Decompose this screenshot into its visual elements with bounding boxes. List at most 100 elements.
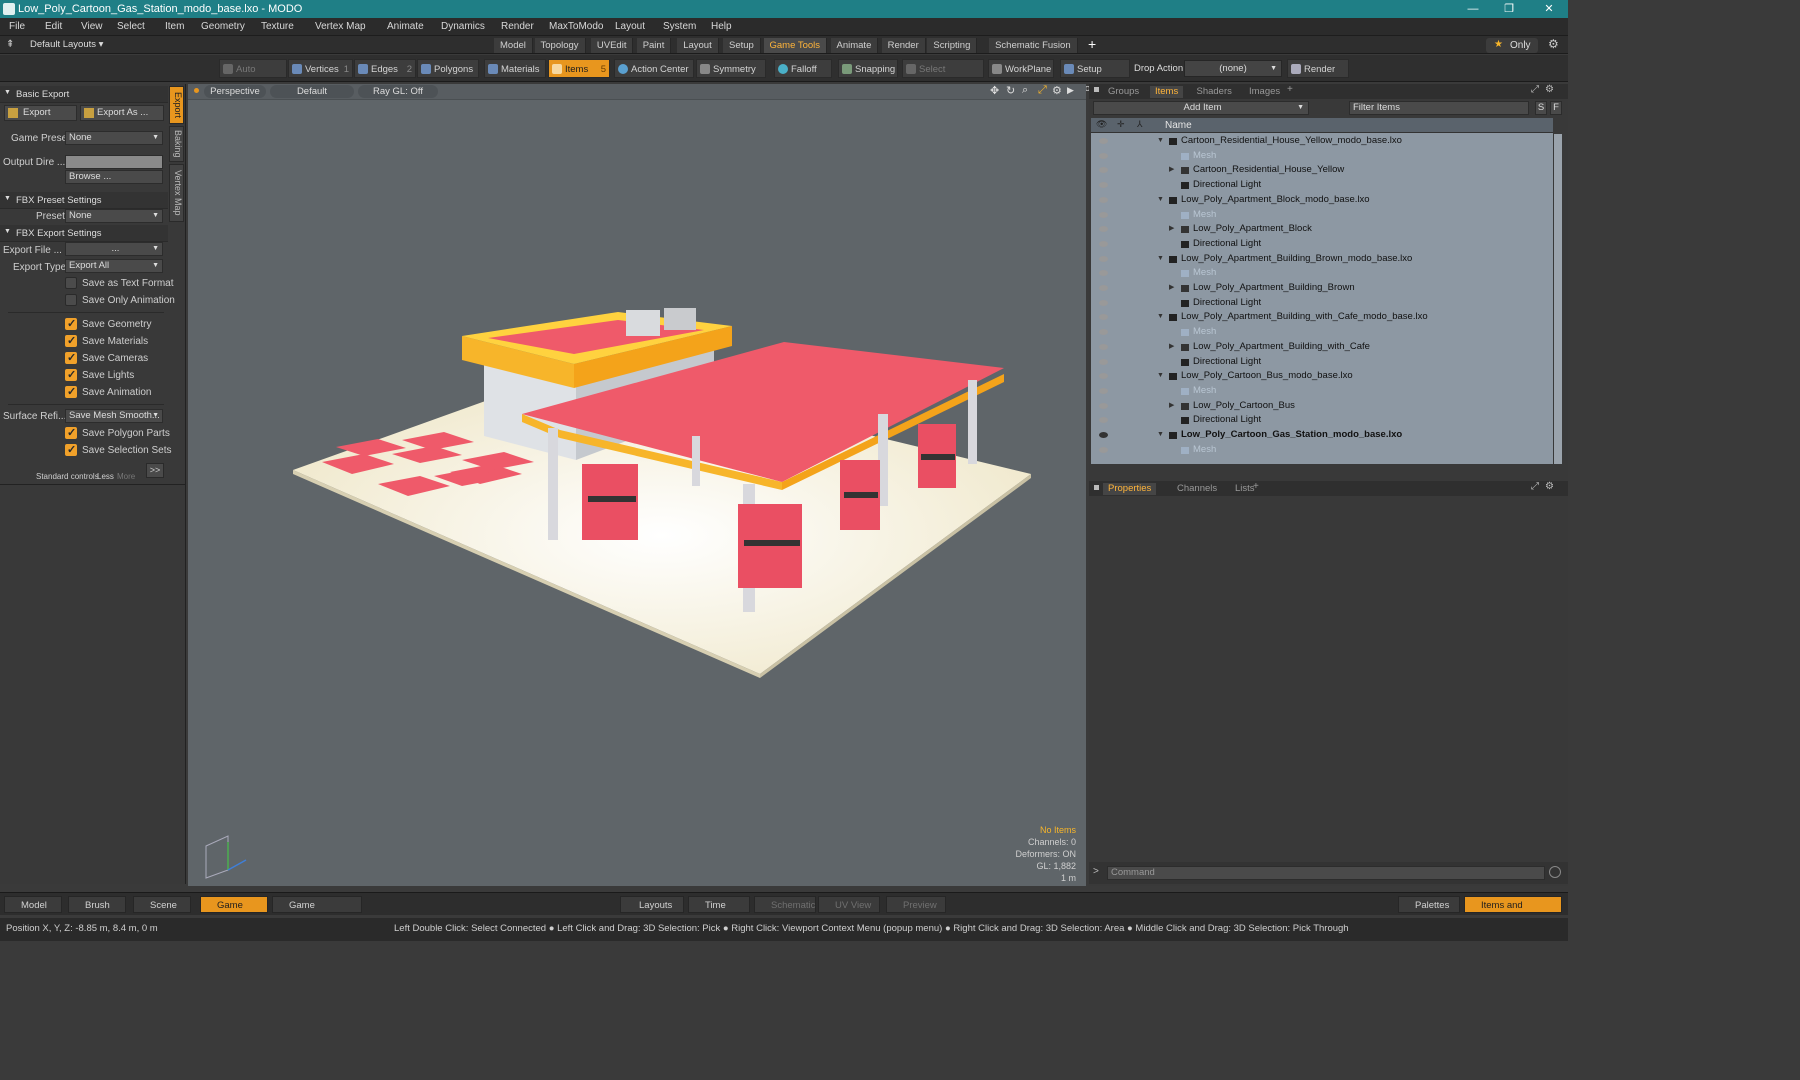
menu-view[interactable]: View bbox=[81, 21, 103, 32]
visibility-eye-icon[interactable] bbox=[1099, 240, 1108, 247]
export-type-select[interactable]: Export All ▼ bbox=[65, 259, 163, 273]
save-geometry-checkbox[interactable] bbox=[65, 317, 77, 330]
item-row[interactable]: Directional Light bbox=[1091, 237, 1553, 252]
maximize-icon[interactable]: ⤢ bbox=[1531, 84, 1539, 95]
name-column-header[interactable]: Name bbox=[1165, 120, 1192, 131]
visibility-eye-icon[interactable] bbox=[1099, 314, 1108, 321]
menu-dynamics[interactable]: Dynamics bbox=[441, 21, 485, 32]
edges-button[interactable]: Edges 2 bbox=[354, 59, 416, 78]
visibility-eye-icon[interactable] bbox=[1099, 196, 1108, 203]
game-tools-button[interactable]: Game Tools bbox=[200, 896, 268, 928]
visibility-eye-icon[interactable] bbox=[1099, 402, 1108, 409]
uv-view-button[interactable]: UV View bbox=[818, 896, 880, 913]
materials-button[interactable]: Materials bbox=[484, 59, 546, 78]
drop-action-select[interactable]: (none) ▼ bbox=[1184, 60, 1282, 77]
expand-icon[interactable]: ▶ bbox=[1169, 281, 1174, 295]
visibility-eye-icon[interactable] bbox=[1099, 285, 1108, 291]
tab-shaders[interactable]: Shaders bbox=[1192, 86, 1237, 98]
more-link[interactable]: More bbox=[117, 472, 135, 481]
menu-maxtomodo[interactable]: MaxToModo bbox=[549, 21, 603, 32]
menu-render[interactable]: Render bbox=[501, 21, 534, 32]
palettes-button[interactable]: Palettes bbox=[1398, 896, 1460, 913]
collapse-icon[interactable]: ▼ bbox=[1157, 193, 1164, 207]
default-layouts-dropdown[interactable]: Default Layouts ▾ bbox=[30, 39, 103, 50]
less-link[interactable]: Less bbox=[97, 472, 114, 481]
item-row[interactable]: Mesh bbox=[1091, 443, 1553, 458]
tab-scripting[interactable]: Scripting bbox=[927, 38, 978, 53]
tab-paint[interactable]: Paint bbox=[636, 38, 672, 53]
tab-schematic-fusion[interactable]: Schematic Fusion bbox=[989, 38, 1078, 53]
menu-edit[interactable]: Edit bbox=[45, 21, 62, 32]
menu-animate[interactable]: Animate bbox=[387, 21, 424, 32]
item-row[interactable]: Mesh bbox=[1091, 266, 1553, 281]
collapse-icon[interactable]: ▼ bbox=[1157, 252, 1164, 266]
snapping-button[interactable]: Snapping bbox=[838, 59, 898, 78]
tab-model[interactable]: Model bbox=[494, 38, 533, 53]
item-row[interactable]: Directional Light bbox=[1091, 178, 1553, 193]
fbx-preset-header[interactable]: ▼ FBX Preset Settings bbox=[0, 192, 168, 209]
symmetry-button[interactable]: Symmetry bbox=[696, 59, 766, 78]
layout-arrow-icon[interactable]: ⇞ bbox=[6, 39, 14, 50]
filter-f-button[interactable]: F bbox=[1550, 101, 1562, 115]
restore-icon[interactable]: ❐ bbox=[1502, 2, 1516, 16]
preset-select[interactable]: None ▼ bbox=[65, 209, 163, 223]
only-toggle[interactable]: ★ Only bbox=[1486, 38, 1538, 53]
item-list-scrollbar[interactable] bbox=[1554, 134, 1562, 464]
tab-baking[interactable]: Baking bbox=[169, 126, 184, 162]
brush-button[interactable]: Brush bbox=[68, 896, 126, 913]
menu-system[interactable]: System bbox=[663, 21, 696, 32]
fbx-export-header[interactable]: ▼ FBX Export Settings bbox=[0, 225, 168, 242]
tab-uvedit[interactable]: UVEdit bbox=[590, 38, 634, 53]
menu-item[interactable]: Item bbox=[165, 21, 184, 32]
setup-mode-button[interactable]: Setup Mode bbox=[1060, 59, 1130, 94]
tab-animate[interactable]: Animate bbox=[830, 38, 879, 53]
collapse-icon[interactable]: ▼ bbox=[1157, 134, 1164, 148]
item-row[interactable]: ▼ Low_Poly_Cartoon_Bus_modo_base.lxo bbox=[1091, 369, 1553, 384]
game-preset-select[interactable]: None ▼ bbox=[65, 131, 163, 145]
item-row[interactable]: Directional Light bbox=[1091, 296, 1553, 311]
surface-select[interactable]: Save Mesh Smooth... ▼ bbox=[65, 409, 163, 423]
visibility-eye-icon[interactable] bbox=[1099, 373, 1108, 380]
menu-texture[interactable]: Texture bbox=[261, 21, 294, 32]
tab-lists[interactable]: Lists bbox=[1230, 483, 1260, 495]
panel-gear-icon[interactable]: ⚙ bbox=[1545, 84, 1554, 95]
item-row[interactable]: Directional Light bbox=[1091, 413, 1553, 428]
command-input[interactable]: Command bbox=[1107, 866, 1545, 880]
vertices-button[interactable]: Vertices 1 bbox=[288, 59, 353, 78]
visibility-eye-icon[interactable] bbox=[1099, 387, 1108, 394]
expand-button[interactable]: >> bbox=[146, 463, 164, 478]
panel-gear-icon[interactable]: ⚙ bbox=[1545, 481, 1554, 492]
tab-game-tools[interactable]: Game Tools bbox=[763, 38, 828, 53]
tab-items[interactable]: Items bbox=[1150, 86, 1184, 98]
add-tab-icon[interactable]: + bbox=[1088, 36, 1096, 52]
visibility-eye-icon[interactable] bbox=[1099, 270, 1108, 277]
item-row[interactable]: ▶ Low_Poly_Cartoon_Bus bbox=[1091, 399, 1553, 414]
items-and-shading-button[interactable]: Items and Shading bbox=[1464, 896, 1562, 928]
command-history-icon[interactable] bbox=[1549, 866, 1561, 878]
panel-menu-icon[interactable] bbox=[1094, 87, 1099, 92]
item-row[interactable]: ▶ Low_Poly_Apartment_Building_Brown bbox=[1091, 281, 1553, 296]
item-row[interactable]: ▼ Low_Poly_Apartment_Block_modo_base.lxo bbox=[1091, 193, 1553, 208]
save-lights-checkbox[interactable] bbox=[65, 368, 77, 381]
game-navigation-button[interactable]: Game Navigation bbox=[272, 896, 362, 928]
polygons-button[interactable]: Polygons bbox=[417, 59, 479, 78]
visibility-eye-icon[interactable] bbox=[1099, 152, 1108, 159]
filter-s-button[interactable]: S bbox=[1535, 101, 1547, 115]
layouts-button[interactable]: Layouts bbox=[620, 896, 684, 913]
menu-geometry[interactable]: Geometry bbox=[201, 21, 245, 32]
menu-select[interactable]: Select bbox=[117, 21, 145, 32]
visibility-eye-icon[interactable] bbox=[1099, 211, 1108, 218]
tab-channels[interactable]: Channels bbox=[1172, 483, 1222, 495]
visibility-eye-icon[interactable] bbox=[1099, 432, 1108, 438]
falloff-button[interactable]: Falloff bbox=[774, 59, 832, 78]
save-materials-checkbox[interactable] bbox=[65, 334, 77, 347]
export-button[interactable]: Export bbox=[4, 105, 77, 121]
visibility-eye-icon[interactable] bbox=[1099, 182, 1108, 189]
item-row[interactable]: ▼ Cartoon_Residential_House_Yellow_modo_b… bbox=[1091, 134, 1553, 149]
model-button[interactable]: Model bbox=[4, 896, 62, 913]
visibility-eye-icon[interactable] bbox=[1099, 446, 1108, 453]
tab-layout[interactable]: Layout bbox=[677, 38, 719, 53]
export-file-select[interactable]: ... ▼ bbox=[65, 242, 163, 256]
basic-export-header[interactable]: ▼ Basic Export bbox=[0, 86, 168, 103]
gear-icon[interactable]: ⚙ bbox=[1548, 37, 1559, 51]
